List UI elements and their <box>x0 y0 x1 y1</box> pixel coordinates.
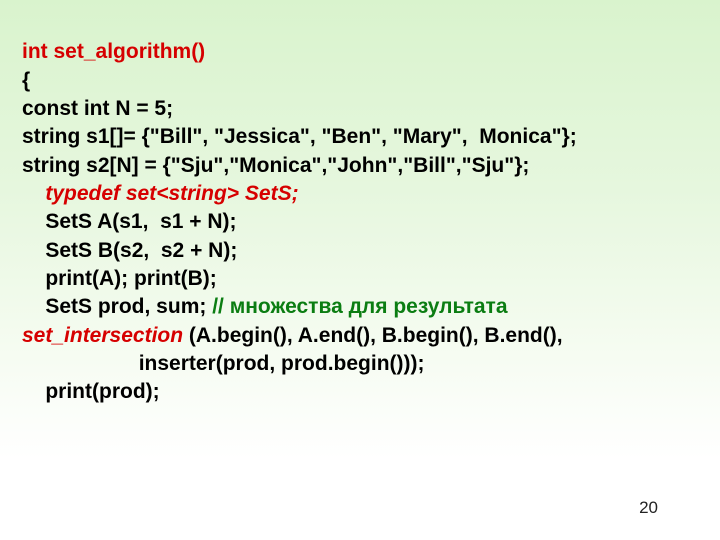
s1-declaration: string s1[]= {"Bill", "Jessica", "Ben", … <box>22 125 577 148</box>
code-block: int set_algorithm() { const int N = 5; s… <box>22 10 702 407</box>
set-intersection-keyword: set_intersection <box>22 324 183 347</box>
s2-declaration: string s2[N] = {"Sju","Monica","John","B… <box>22 154 529 177</box>
brace-open: { <box>22 69 30 92</box>
prod-sum-prefix: SetS prod, sum; <box>22 295 212 318</box>
print-ab-line: print(A); print(B); <box>22 267 217 290</box>
typedef-line: typedef set<string> SetS; <box>22 182 299 205</box>
sets-a-line: SetS A(s1, s1 + N); <box>22 210 237 233</box>
print-prod-line: print(prod); <box>22 380 160 403</box>
function-signature: int set_algorithm() <box>22 40 205 63</box>
const-n-line: const int N = 5; <box>22 97 173 120</box>
sets-b-line: SetS B(s2, s2 + N); <box>22 239 237 262</box>
inserter-line: inserter(prod, prod.begin())); <box>22 352 425 375</box>
page-number: 20 <box>639 498 658 518</box>
slide: int set_algorithm() { const int N = 5; s… <box>0 0 720 540</box>
set-intersection-args: (A.begin(), A.end(), B.begin(), B.end(), <box>183 324 563 347</box>
prod-sum-comment: // множества для результата <box>212 295 507 318</box>
